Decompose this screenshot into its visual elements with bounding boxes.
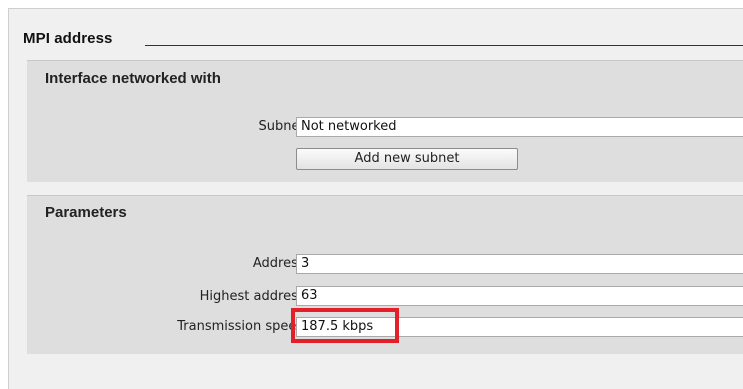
interface-group-title: Interface networked with (45, 70, 221, 87)
highest-address-label: Highest address: (199, 289, 309, 304)
section-title: MPI address (23, 30, 113, 47)
highest-address-field[interactable]: 63 (296, 286, 743, 306)
parameters-group: Parameters Address: 3 Highest address: 6… (27, 195, 743, 354)
subnet-field[interactable]: Not networked (296, 117, 743, 137)
interface-networked-group: Interface networked with Subnet: Not net… (27, 60, 743, 182)
address-field[interactable]: 3 (296, 254, 743, 274)
section-divider (145, 45, 743, 46)
transmission-speed-field[interactable]: 187.5 kbps (296, 317, 743, 337)
parameters-group-title: Parameters (45, 204, 127, 221)
add-new-subnet-button[interactable]: Add new subnet (296, 148, 518, 170)
transmission-speed-label: Transmission speed: (177, 319, 309, 334)
